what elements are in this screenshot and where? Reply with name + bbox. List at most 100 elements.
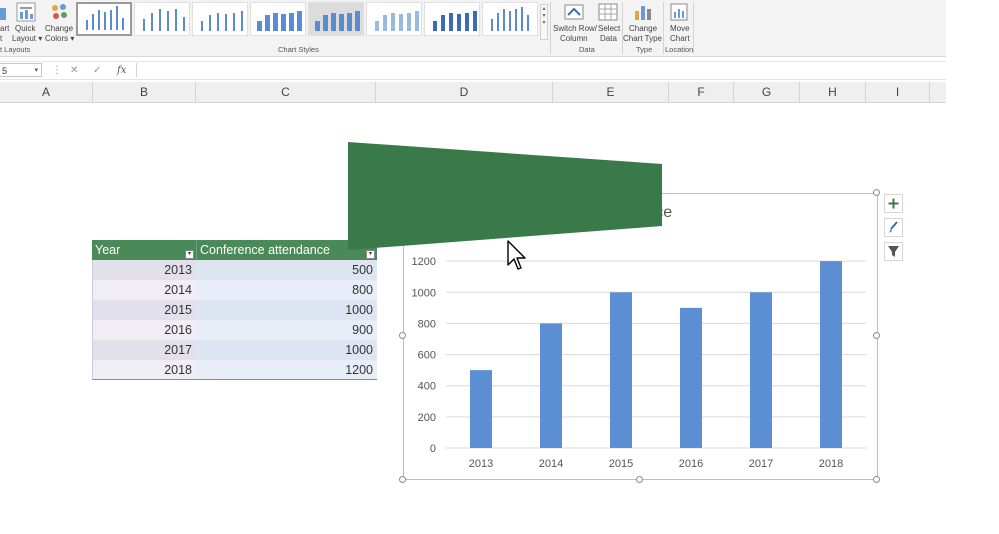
plus-icon[interactable] xyxy=(884,194,903,213)
cell-attendance[interactable]: 500 xyxy=(196,260,377,280)
cell-attendance[interactable]: 1200 xyxy=(196,360,377,380)
column-header-g[interactable]: G xyxy=(734,82,800,102)
more-icon: ⋮ xyxy=(52,65,62,76)
column-header-h[interactable]: H xyxy=(800,82,866,102)
formula-input[interactable] xyxy=(136,63,947,77)
cell-year[interactable]: 2017 xyxy=(92,340,196,360)
bar xyxy=(680,307,702,448)
chart-plot: 0 200 400 600 800 1000 1200 2013 2014 2015 2016 201… xyxy=(412,256,866,470)
chart-style-thumb[interactable] xyxy=(424,2,480,36)
table-row: 2018 1200 xyxy=(92,360,377,380)
select-data-label-1[interactable]: Select xyxy=(598,24,620,34)
separator xyxy=(663,2,664,54)
filter-icon[interactable] xyxy=(884,242,903,261)
cell-attendance[interactable]: 1000 xyxy=(196,300,377,320)
table-row: 2013 500 xyxy=(92,260,377,280)
type-group-label: Type xyxy=(636,45,653,54)
x-tick-label: 2015 xyxy=(609,458,633,470)
chart-style-thumb[interactable] xyxy=(134,2,190,36)
resize-handle-bm[interactable] xyxy=(636,476,643,483)
x-tick-label: 2018 xyxy=(819,458,843,470)
select-data-icon[interactable] xyxy=(598,3,618,26)
x-tick-label: 2014 xyxy=(539,458,563,470)
move-chart-icon[interactable] xyxy=(669,3,689,26)
cell-year[interactable]: 2018 xyxy=(92,360,196,380)
switch-row-column-icon[interactable] xyxy=(564,3,584,26)
separator xyxy=(693,2,694,54)
table-row: 2015 1000 xyxy=(92,300,377,320)
brush-icon[interactable] xyxy=(884,218,903,237)
chart-style-thumb[interactable] xyxy=(250,2,306,36)
add-chart-element-label-1[interactable]: art xyxy=(0,24,9,34)
cell-year[interactable]: 2016 xyxy=(92,320,196,340)
filter-dropdown-icon[interactable]: ▾ xyxy=(185,250,194,259)
name-box[interactable]: 5 ▾ xyxy=(0,63,42,77)
resize-handle-mr[interactable] xyxy=(873,332,880,339)
resize-handle-bl[interactable] xyxy=(399,476,406,483)
column-headers: A B C D E F G H I xyxy=(0,82,946,103)
chart-style-thumb[interactable] xyxy=(308,2,364,36)
change-colors-label-1[interactable]: Change xyxy=(45,24,73,34)
bar xyxy=(750,292,772,448)
bar-chart[interactable]: endance 0 200 400 600 800 1000 1200 2013 2014 201… xyxy=(403,193,878,480)
table-row: 2014 800 xyxy=(92,280,377,300)
quick-layout-label-2[interactable]: Layout ▾ xyxy=(12,34,42,44)
header-year[interactable]: Year xyxy=(92,240,196,260)
cell-attendance[interactable]: 800 xyxy=(196,280,377,300)
cancel-icon[interactable]: ✕ xyxy=(70,64,78,77)
resize-handle-tr[interactable] xyxy=(873,189,880,196)
change-chart-type-label-1[interactable]: Change xyxy=(629,24,657,34)
switch-row-column-label-2[interactable]: Column xyxy=(560,34,588,44)
quick-layout-label-1[interactable]: Quick xyxy=(15,24,35,34)
y-tick-label: 800 xyxy=(418,318,436,330)
x-tick-label: 2017 xyxy=(749,458,773,470)
table-row: 2017 1000 xyxy=(92,340,377,360)
gallery-scroll[interactable]: ▴ ▾ ▾ xyxy=(540,4,548,40)
separator xyxy=(622,2,623,54)
y-tick-label: 1000 xyxy=(412,287,436,299)
cell-attendance[interactable]: 900 xyxy=(196,320,377,340)
filter-dropdown-icon[interactable]: ▾ xyxy=(366,250,375,259)
cell-year[interactable]: 2015 xyxy=(92,300,196,320)
formula-bar: 5 ▾ ⋮ ✕ ✓ fx xyxy=(0,61,946,80)
select-data-label-2[interactable]: Data xyxy=(600,34,617,44)
column-header-d[interactable]: D xyxy=(376,82,553,102)
column-header-c[interactable]: C xyxy=(196,82,376,102)
chart-style-thumb[interactable] xyxy=(76,2,132,36)
data-group-label: Data xyxy=(579,45,595,54)
move-chart-label-1[interactable]: Move xyxy=(670,24,690,34)
cell-year[interactable]: 2014 xyxy=(92,280,196,300)
location-group-label: Location xyxy=(665,45,694,54)
column-header-a[interactable]: A xyxy=(0,82,93,102)
column-header-i[interactable]: I xyxy=(866,82,930,102)
chart-style-thumb[interactable] xyxy=(366,2,422,36)
x-tick-label: 2013 xyxy=(469,458,493,470)
cell-attendance[interactable]: 1000 xyxy=(196,340,377,360)
change-chart-type-label-2[interactable]: Chart Type xyxy=(623,34,662,44)
chart-style-thumb[interactable] xyxy=(192,2,248,36)
chevron-down-icon[interactable]: ▾ xyxy=(34,64,38,78)
column-header-f[interactable]: F xyxy=(669,82,734,102)
resize-handle-br[interactable] xyxy=(873,476,880,483)
resize-handle-ml[interactable] xyxy=(399,332,406,339)
separator xyxy=(550,2,551,54)
header-attendance[interactable]: Conference attendance xyxy=(196,240,377,260)
y-tick-label: 200 xyxy=(418,412,436,424)
change-chart-type-icon[interactable] xyxy=(633,3,653,26)
chart-layouts-group-label: t Layouts xyxy=(0,45,31,54)
y-tick-label: 400 xyxy=(418,381,436,393)
table-row: 2016 900 xyxy=(92,320,377,340)
enter-icon[interactable]: ✓ xyxy=(93,64,101,77)
x-tick-label: 2016 xyxy=(679,458,703,470)
column-header-b[interactable]: B xyxy=(93,82,196,102)
column-header-e[interactable]: E xyxy=(553,82,669,102)
insert-function-icon[interactable]: fx xyxy=(117,64,126,77)
change-colors-label-2[interactable]: Colors ▾ xyxy=(45,34,74,44)
chart-style-thumb[interactable] xyxy=(482,2,538,36)
move-chart-label-2[interactable]: Chart xyxy=(670,34,690,44)
mouse-pointer-icon xyxy=(507,240,526,270)
bar xyxy=(610,292,632,448)
switch-row-column-label-1[interactable]: Switch Row/ xyxy=(553,24,597,34)
cell-year[interactable]: 2013 xyxy=(92,260,196,280)
add-chart-element-label-2[interactable]: t xyxy=(0,34,2,44)
